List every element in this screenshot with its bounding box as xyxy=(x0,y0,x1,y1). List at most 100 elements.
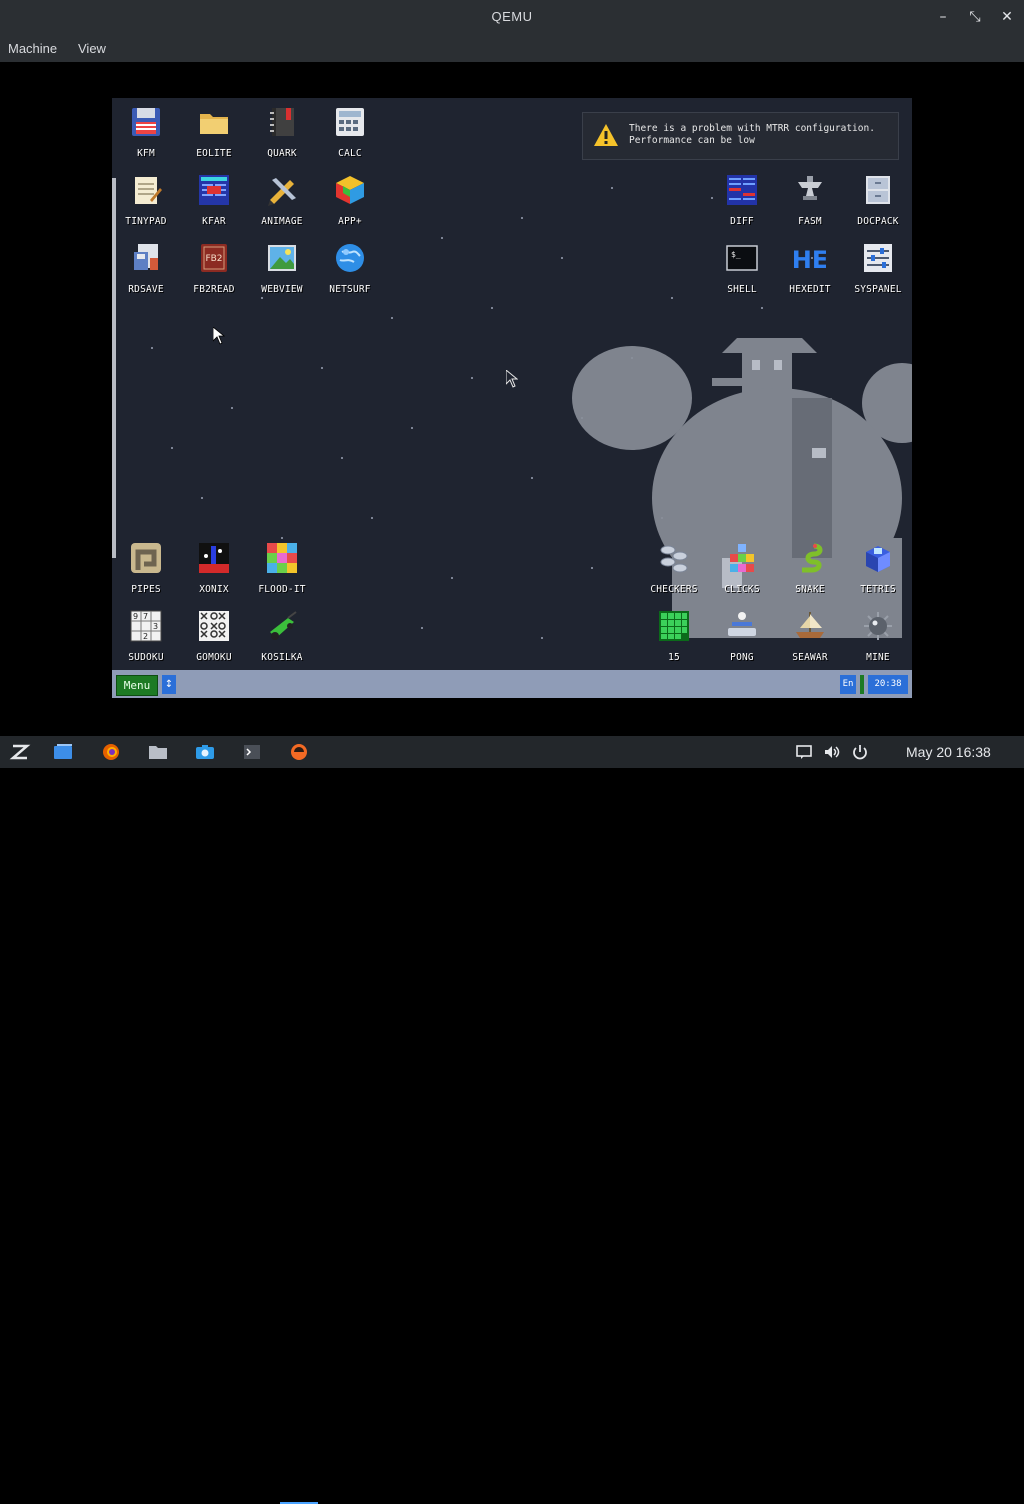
clicks-icon xyxy=(730,544,754,572)
guest-menu-button[interactable]: Menu xyxy=(116,675,158,696)
restore-button[interactable]: ⤡ xyxy=(964,6,986,28)
icon-label: CALC xyxy=(338,148,362,159)
desktop-icon-clicks[interactable]: CLICKS xyxy=(708,534,776,602)
qemu-taskbar-icon[interactable] xyxy=(288,742,310,762)
desktop-icon-15[interactable]: 15 xyxy=(640,602,708,670)
desktop-icon-sudoku[interactable]: 9732 SUDOKU xyxy=(112,602,180,670)
svg-text:9: 9 xyxy=(133,612,138,621)
host-mouse-cursor-icon xyxy=(506,370,518,388)
desktop-icon-tinypad[interactable]: TINYPAD xyxy=(112,166,180,234)
diff-icon xyxy=(727,175,757,205)
cube-icon xyxy=(336,176,364,204)
menubar: Machine View xyxy=(0,36,1024,62)
desktop-icon-kfm[interactable]: KFM xyxy=(112,98,180,166)
desktop-icon-xonix[interactable]: XONIX xyxy=(180,534,248,602)
app-launcher-icon[interactable] xyxy=(9,742,31,762)
desktop-icon-calc[interactable]: CALC xyxy=(316,98,384,166)
icon-label: TETRIS xyxy=(860,584,896,595)
pencil-icon xyxy=(268,178,296,206)
terminal-icon: $_ xyxy=(726,245,758,271)
desktop-icon-pong[interactable]: PONG xyxy=(708,602,776,670)
guest-taskbar: Menu ↕ En 20:38 xyxy=(112,670,912,698)
pong-icon xyxy=(728,612,756,636)
language-indicator[interactable]: En xyxy=(840,675,856,694)
desktop-icon-mine[interactable]: MINE xyxy=(844,602,912,670)
firefox-icon[interactable] xyxy=(100,742,122,762)
icon-label: APP+ xyxy=(338,216,362,227)
icon-label: SYSPANEL xyxy=(854,284,902,295)
icon-label: FLOOD-IT xyxy=(258,584,306,595)
book-icon: FB2 xyxy=(201,244,227,272)
snake-icon xyxy=(802,543,823,573)
desktop-icon-rdsave[interactable]: RDSAVE xyxy=(112,234,180,302)
picture-icon xyxy=(268,245,296,271)
desktop-icon-seawar[interactable]: SEAWAR xyxy=(776,602,844,670)
desktop-icon-fb2read[interactable]: FB2 FB2READ xyxy=(180,234,248,302)
mtrr-warning-notification[interactable]: There is a problem with MTRR configurati… xyxy=(582,112,899,160)
floppy-icon xyxy=(132,108,160,136)
desktop-icon-snake[interactable]: SNAKE xyxy=(776,534,844,602)
notifications-tray-icon[interactable] xyxy=(795,744,813,760)
desktop-icon-kfar[interactable]: KFAR xyxy=(180,166,248,234)
gomoku-icon xyxy=(199,611,229,641)
desktop-icon-netsurf[interactable]: NETSURF xyxy=(316,234,384,302)
desktop-icon-docpack[interactable]: DOCPACK xyxy=(844,166,912,234)
guest-screen[interactable]: KFM EOLITE QUARK CALC TINYPAD KFAR ANIMA… xyxy=(112,98,912,698)
close-button[interactable]: ✕ xyxy=(996,6,1018,28)
cabinet-icon xyxy=(866,176,890,204)
minimize-button[interactable]: – xyxy=(932,6,954,28)
desktop-icon-gomoku[interactable]: GOMOKU xyxy=(180,602,248,670)
host-taskbar: May 20 16:38 xyxy=(0,736,1024,1504)
show-windows-icon[interactable] xyxy=(52,742,74,762)
desktop-icon-pipes[interactable]: PIPES xyxy=(112,534,180,602)
checkers-icon xyxy=(660,545,688,573)
desktop-icon-webview[interactable]: WEBVIEW xyxy=(248,234,316,302)
svg-text:7: 7 xyxy=(143,612,148,621)
desktop-icon-checkers[interactable]: CHECKERS xyxy=(640,534,708,602)
svg-text:2: 2 xyxy=(143,632,148,641)
icon-label: MINE xyxy=(866,652,890,663)
terminal-taskbar-icon[interactable] xyxy=(241,742,263,762)
desktop-icon-fasm[interactable]: FASM xyxy=(776,166,844,234)
flood-icon xyxy=(267,543,297,573)
desktop-icon-app-plus[interactable]: APP+ xyxy=(316,166,384,234)
power-icon[interactable] xyxy=(851,744,869,760)
fifteen-icon xyxy=(659,611,689,641)
desktop-icon-shell[interactable]: $_ SHELL xyxy=(708,234,776,302)
sliders-icon xyxy=(864,244,892,272)
guest-clock[interactable]: 20:38 xyxy=(868,675,908,694)
window-title: QEMU xyxy=(491,9,533,24)
icon-label: KOSILKA xyxy=(261,652,303,663)
menu-machine[interactable]: Machine xyxy=(8,41,57,56)
desktop-icon-syspanel[interactable]: SYSPANEL xyxy=(844,234,912,302)
desktop-icon-hexedit[interactable]: HE HEXEDIT xyxy=(776,234,844,302)
notepad-icon xyxy=(135,177,162,204)
desktop-icon-kosilka[interactable]: KOSILKA xyxy=(248,602,316,670)
tray-separator xyxy=(860,675,864,694)
screenshot-tool-icon[interactable] xyxy=(194,742,216,762)
globe-icon xyxy=(336,244,364,272)
desktop-icon-flood-it[interactable]: FLOOD-IT xyxy=(248,534,316,602)
desktop-icon-animage[interactable]: ANIMAGE xyxy=(248,166,316,234)
svg-text:FB2: FB2 xyxy=(205,254,222,264)
desktop-icon-tetris[interactable]: TETRIS xyxy=(844,534,912,602)
svg-text:$_: $_ xyxy=(731,250,741,259)
warning-icon xyxy=(594,124,618,146)
file-manager-icon xyxy=(199,175,229,205)
tetris-icon xyxy=(866,546,890,572)
window-switch-button[interactable]: ↕ xyxy=(162,675,176,694)
desktop-icon-eolite[interactable]: EOLITE xyxy=(180,98,248,166)
save-icon xyxy=(134,244,158,270)
notification-text: There is a problem with MTRR configurati… xyxy=(629,123,875,147)
window-titlebar[interactable]: QEMU – ⤡ ✕ xyxy=(0,0,1024,36)
sudoku-icon: 9 732 xyxy=(130,610,162,642)
notebook-icon xyxy=(270,108,294,136)
desktop-icon-quark[interactable]: QUARK xyxy=(248,98,316,166)
desktop-icon-diff[interactable]: DIFF xyxy=(708,166,776,234)
file-manager-taskbar-icon[interactable] xyxy=(147,742,169,762)
menu-view[interactable]: View xyxy=(78,41,106,56)
volume-icon[interactable] xyxy=(823,744,841,760)
pipes-icon xyxy=(131,543,161,573)
host-clock[interactable]: May 20 16:38 xyxy=(906,744,991,760)
ship-icon xyxy=(796,612,824,638)
